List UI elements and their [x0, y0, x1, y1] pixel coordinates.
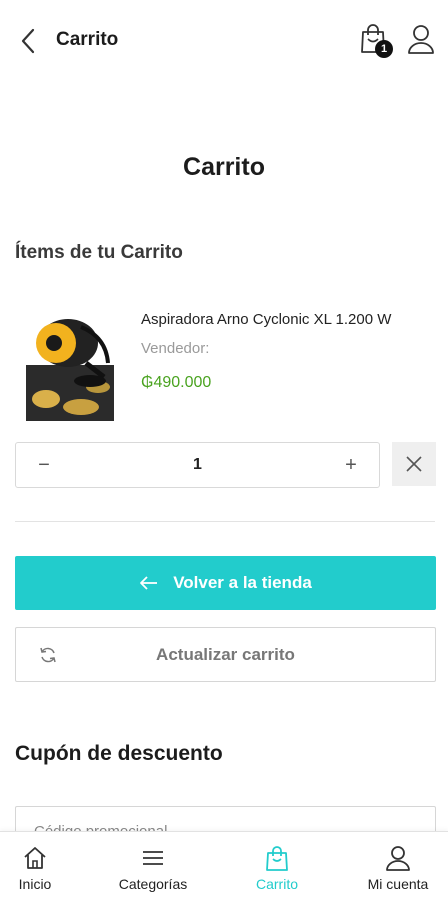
nav-label-inicio: Inicio: [18, 876, 52, 892]
nav-item-mi-cuenta[interactable]: Mi cuenta: [356, 832, 440, 900]
user-icon: [386, 846, 410, 871]
quantity-value[interactable]: 1: [193, 456, 202, 474]
update-cart-label: Actualizar carrito: [156, 644, 295, 664]
cart-count-badge: 1: [375, 40, 393, 58]
bottom-navigation: Inicio Categorías Carrito Mi cuenta: [0, 831, 448, 900]
product-seller-label: Vendedor:: [141, 340, 210, 357]
cart-items-heading: Ítems de tu Carrito: [15, 242, 183, 263]
back-to-store-button[interactable]: Volver a la tienda: [15, 556, 436, 610]
close-icon: [406, 456, 422, 472]
user-icon: [408, 25, 434, 54]
nav-label-carrito: Carrito: [255, 876, 298, 892]
divider: [15, 521, 435, 522]
nav-item-carrito[interactable]: Carrito: [240, 832, 314, 900]
nav-label-categorias: Categorías: [118, 876, 188, 892]
shopping-bag-icon: [266, 846, 288, 871]
vacuum-cleaner-image: [26, 307, 114, 421]
remove-item-button[interactable]: [392, 442, 436, 486]
back-button[interactable]: [14, 24, 42, 58]
back-to-store-label: Volver a la tienda: [173, 573, 312, 592]
increase-quantity-button[interactable]: +: [323, 443, 379, 487]
header-title: Carrito: [56, 29, 119, 50]
page-title: Carrito: [183, 153, 265, 181]
quantity-stepper: − 1 +: [15, 442, 380, 488]
coupon-heading: Cupón de descuento: [15, 742, 223, 765]
nav-label-mi-cuenta: Mi cuenta: [367, 876, 429, 892]
menu-icon: [143, 851, 163, 865]
refresh-icon: [40, 647, 56, 663]
product-name[interactable]: Aspiradora Arno Cyclonic XL 1.200 W: [141, 311, 391, 328]
decrease-quantity-button[interactable]: −: [16, 443, 72, 487]
account-button[interactable]: [406, 23, 438, 57]
product-price: ₲490.000: [141, 374, 212, 391]
arrow-left-icon: [140, 576, 158, 590]
product-image[interactable]: [26, 307, 114, 421]
top-bar: Carrito 1: [0, 0, 448, 80]
update-cart-button[interactable]: Actualizar carrito: [15, 627, 436, 682]
nav-item-categorias[interactable]: Categorías: [106, 832, 200, 900]
chevron-left-icon: [21, 28, 35, 54]
nav-item-inicio[interactable]: Inicio: [0, 832, 70, 900]
home-icon: [24, 847, 46, 869]
